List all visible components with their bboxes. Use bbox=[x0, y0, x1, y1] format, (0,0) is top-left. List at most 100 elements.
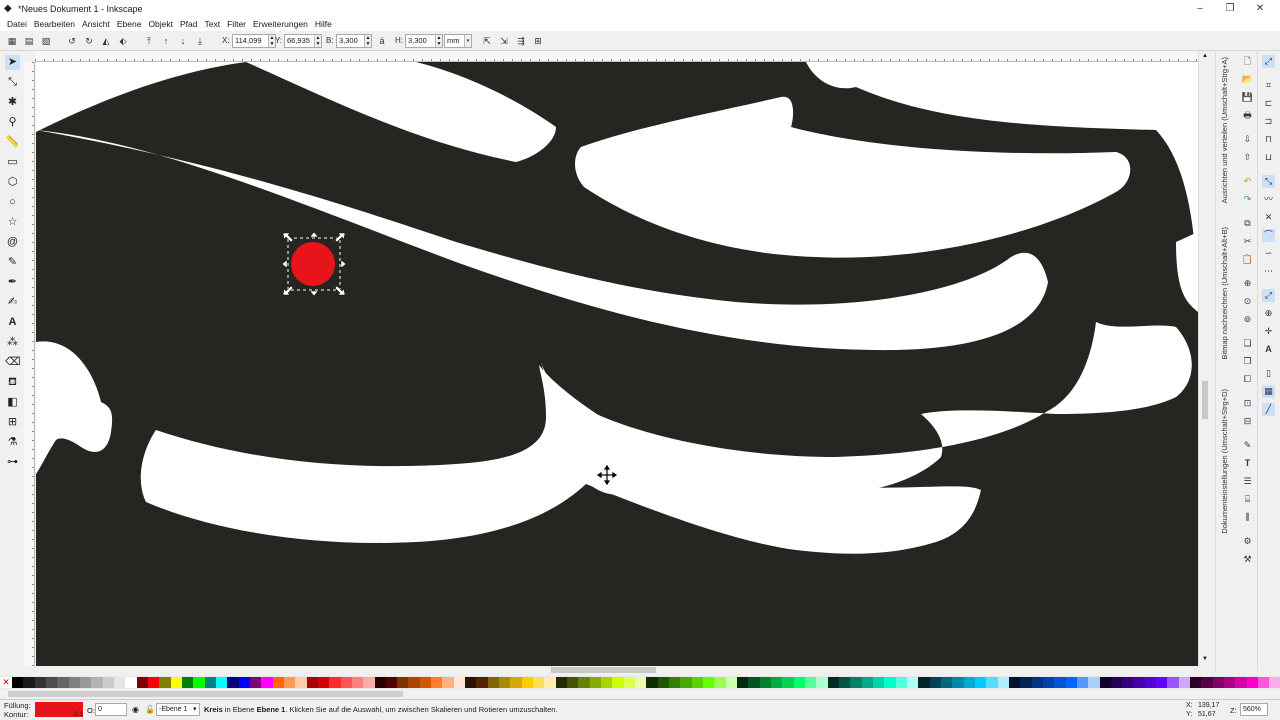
palette-swatch[interactable] bbox=[238, 677, 250, 688]
palette-swatch[interactable] bbox=[737, 677, 749, 688]
menu-objekt[interactable]: Objekt bbox=[148, 19, 173, 29]
palette-swatch[interactable] bbox=[272, 677, 284, 688]
lower-icon[interactable]: ↓ bbox=[177, 35, 189, 47]
palette-swatch[interactable] bbox=[884, 677, 896, 688]
palette-swatch[interactable] bbox=[612, 677, 624, 688]
palette-swatch[interactable] bbox=[419, 677, 432, 688]
palette-swatch[interactable] bbox=[1110, 677, 1123, 688]
palette-swatch[interactable] bbox=[215, 677, 228, 688]
palette-swatch[interactable] bbox=[1031, 677, 1043, 688]
redo-icon[interactable]: ↷ bbox=[1241, 193, 1254, 206]
palette-swatch[interactable] bbox=[770, 677, 783, 688]
palette-swatch[interactable] bbox=[567, 677, 579, 688]
spray-tool-icon[interactable]: ⁂ bbox=[5, 335, 20, 350]
zoom-tool-icon[interactable]: ⚲ bbox=[5, 115, 20, 130]
snap-text-baseline-icon[interactable]: A bbox=[1262, 343, 1275, 356]
measure-tool-icon[interactable]: 📏 bbox=[5, 135, 20, 150]
snap-smooth-icon[interactable]: ∽ bbox=[1262, 247, 1275, 260]
snap-cusp-icon[interactable]: ⌒ bbox=[1262, 229, 1275, 242]
rotate-cw-icon[interactable]: ↻ bbox=[83, 35, 95, 47]
palette-swatch[interactable] bbox=[23, 677, 35, 688]
select-all-icon[interactable]: ▦ bbox=[6, 35, 18, 47]
horizontal-scroll-thumb[interactable] bbox=[551, 667, 656, 673]
menu-filter[interactable]: Filter bbox=[227, 19, 246, 29]
clone-icon[interactable]: ❐ bbox=[1241, 355, 1254, 368]
opacity-input[interactable]: 0 bbox=[95, 703, 127, 716]
palette-swatch[interactable] bbox=[725, 677, 737, 688]
snap-grid-icon[interactable]: ▦ bbox=[1262, 385, 1275, 398]
snap-guide-icon[interactable]: ╱ bbox=[1262, 403, 1275, 416]
palette-swatch[interactable] bbox=[159, 677, 171, 688]
palette-swatch[interactable] bbox=[340, 677, 352, 688]
palette-swatch[interactable] bbox=[45, 677, 58, 688]
h-stepper-icon[interactable]: ▲ ▼ bbox=[435, 35, 442, 47]
cut-icon[interactable]: ✂ bbox=[1241, 235, 1254, 248]
palette-swatch[interactable] bbox=[510, 677, 522, 688]
x-input[interactable]: 114,099 ▲ ▼ bbox=[232, 34, 276, 48]
snap-nodes-icon[interactable]: ⤡ bbox=[1262, 175, 1275, 188]
palette-swatch[interactable] bbox=[646, 677, 658, 688]
palette-swatch[interactable] bbox=[431, 677, 443, 688]
palette-swatch[interactable] bbox=[1008, 677, 1021, 688]
palette-swatch[interactable] bbox=[1224, 677, 1236, 688]
palette-swatch[interactable] bbox=[906, 677, 919, 688]
palette-swatch[interactable] bbox=[669, 677, 681, 688]
palette-swatch[interactable] bbox=[385, 677, 398, 688]
import-icon[interactable]: ⇩ bbox=[1241, 133, 1254, 146]
open-icon[interactable]: 📂 bbox=[1241, 73, 1254, 86]
palette-swatch[interactable] bbox=[929, 677, 941, 688]
palette-swatch[interactable] bbox=[329, 677, 341, 688]
palette-swatch[interactable] bbox=[997, 677, 1009, 688]
palette-swatch[interactable] bbox=[170, 677, 182, 688]
move-patterns-icon[interactable]: ⊞ bbox=[532, 35, 544, 47]
gradient-tool-icon[interactable]: ◧ bbox=[5, 395, 20, 410]
palette-swatch[interactable] bbox=[657, 677, 670, 688]
lower-to-bottom-icon[interactable]: ⤓ bbox=[194, 35, 206, 47]
no-paint-swatch-icon[interactable]: ✕ bbox=[0, 677, 12, 688]
text-font-icon[interactable]: T bbox=[1241, 457, 1254, 470]
palette-swatch[interactable] bbox=[1065, 677, 1077, 688]
palette-swatch[interactable] bbox=[861, 677, 873, 688]
export-icon[interactable]: ⇧ bbox=[1241, 151, 1254, 164]
palette-swatch[interactable] bbox=[102, 677, 114, 688]
snap-paths-icon[interactable]: 〰 bbox=[1262, 193, 1275, 206]
menu-bearbeiten[interactable]: Bearbeiten bbox=[34, 19, 75, 29]
palette-swatch[interactable] bbox=[1099, 677, 1111, 688]
move-gradients-icon[interactable]: ⇶ bbox=[515, 35, 527, 47]
palette-swatch[interactable] bbox=[804, 677, 817, 688]
palette-swatch[interactable] bbox=[940, 677, 953, 688]
bucket-tool-icon[interactable]: ⛾ bbox=[5, 375, 20, 390]
palette-swatch[interactable] bbox=[521, 677, 534, 688]
palette-swatch[interactable] bbox=[895, 677, 907, 688]
ungroup-icon[interactable]: ⊟ bbox=[1241, 415, 1254, 428]
lock-ratio-icon[interactable]: ä bbox=[376, 35, 388, 47]
palette-swatch[interactable] bbox=[782, 677, 794, 688]
palette-swatch[interactable] bbox=[499, 677, 511, 688]
palette-swatch[interactable] bbox=[68, 677, 80, 688]
horizontal-scrollbar[interactable] bbox=[36, 666, 1198, 675]
x-stepper-icon[interactable]: ▲ ▼ bbox=[268, 35, 275, 47]
palette-swatch[interactable] bbox=[1190, 677, 1202, 688]
deselect-icon[interactable]: ▧ bbox=[40, 35, 52, 47]
palette-swatch[interactable] bbox=[57, 677, 69, 688]
align-icon[interactable]: ⫼ bbox=[1241, 511, 1254, 524]
document-props-icon[interactable]: ⚒ bbox=[1241, 553, 1254, 566]
palette-swatch[interactable] bbox=[227, 677, 239, 688]
unit-select[interactable]: mm ▾ bbox=[444, 34, 472, 48]
snap-others-icon[interactable]: ⤢ bbox=[1262, 289, 1275, 302]
palette-swatch[interactable] bbox=[635, 677, 647, 688]
palette-scroll-thumb[interactable] bbox=[8, 691, 403, 697]
palette-swatch[interactable] bbox=[850, 677, 862, 688]
palette-swatch[interactable] bbox=[363, 677, 375, 688]
box3d-tool-icon[interactable]: ⬡ bbox=[5, 175, 20, 190]
zoom-input[interactable]: 560% bbox=[1240, 703, 1268, 716]
duplicate-icon[interactable]: ❏ bbox=[1241, 337, 1254, 350]
preferences-icon[interactable]: ⚙ bbox=[1241, 535, 1254, 548]
palette-swatch[interactable] bbox=[476, 677, 488, 688]
snap-enable-icon[interactable]: ⤢ bbox=[1262, 55, 1275, 68]
palette-swatch[interactable] bbox=[1212, 677, 1225, 688]
palette-swatch[interactable] bbox=[601, 677, 613, 688]
palette-swatch[interactable] bbox=[12, 677, 24, 688]
palette-swatch[interactable] bbox=[748, 677, 760, 688]
snap-bbox-icon[interactable]: ⌗ bbox=[1262, 79, 1275, 92]
